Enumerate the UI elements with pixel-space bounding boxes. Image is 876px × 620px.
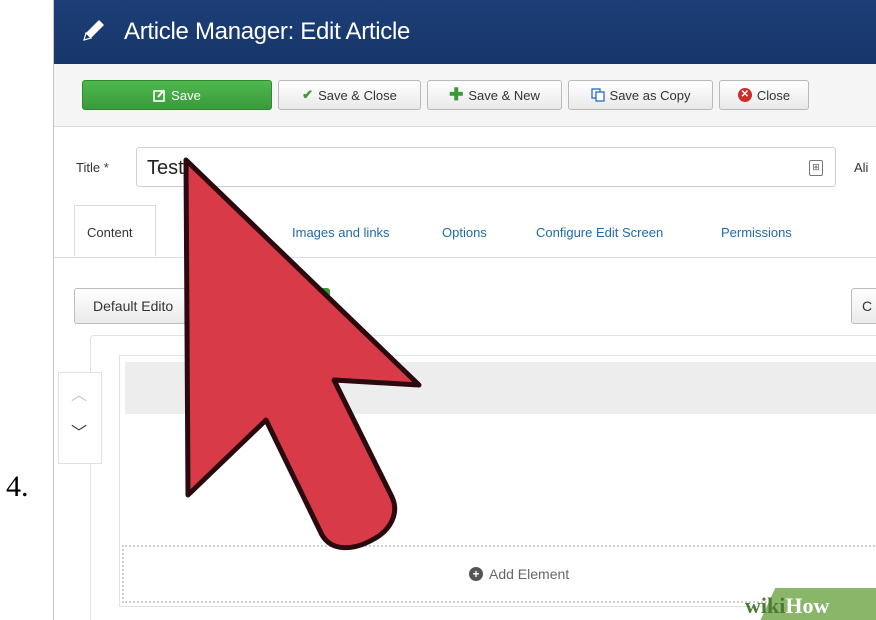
screenshot-frame: Article Manager: Edit Article Save ✔ Sav…: [53, 0, 876, 620]
wikihow-watermark: wikiHow: [745, 593, 829, 619]
wikihow-how: How: [785, 593, 830, 618]
wikihow-wiki: wiki: [745, 593, 786, 618]
cursor-arrow-icon: [183, 157, 422, 551]
step-number: 4.: [6, 470, 29, 503]
